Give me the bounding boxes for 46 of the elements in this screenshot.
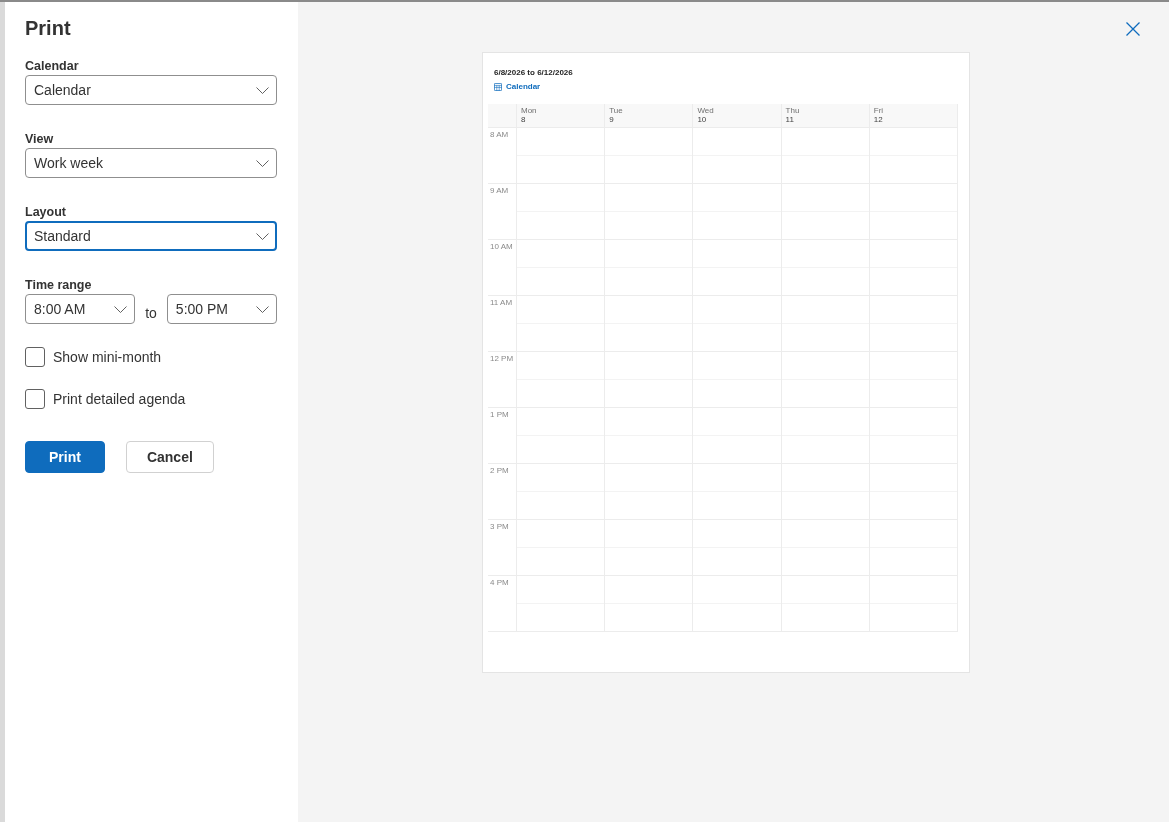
hour-label: 1 PM xyxy=(490,410,509,419)
chevron-down-icon xyxy=(256,305,269,313)
hour-label: 9 AM xyxy=(490,186,509,195)
chevron-down-icon xyxy=(256,232,269,240)
checkbox[interactable] xyxy=(25,389,45,409)
range-separator: to xyxy=(145,304,157,322)
day-number: 10 xyxy=(697,115,707,125)
dropdown[interactable]: Calendar xyxy=(25,75,277,105)
weekday-label: Tue xyxy=(609,106,623,115)
checkbox-label[interactable]: Show mini-month xyxy=(53,347,162,367)
field-label: View xyxy=(25,131,54,148)
field-label: Calendar xyxy=(25,58,79,75)
weekday-label: Mon xyxy=(521,106,537,115)
chevron-down-icon xyxy=(114,305,128,313)
hour-label: 12 PM xyxy=(490,354,514,363)
checkbox[interactable] xyxy=(25,347,45,367)
dropdown[interactable]: Standard xyxy=(25,221,277,251)
day-number: 9 xyxy=(609,115,614,125)
dropdown[interactable]: Work week xyxy=(25,148,277,178)
weekday-label: Wed xyxy=(697,106,714,115)
chevron-down-icon xyxy=(256,159,269,167)
hour-label: 11 AM xyxy=(490,298,513,307)
dialog-title: Print xyxy=(25,16,71,41)
chevron-down-icon xyxy=(256,86,269,94)
hour-label: 2 PM xyxy=(490,466,509,475)
day-number: 12 xyxy=(873,115,883,125)
hour-label: 3 PM xyxy=(490,522,509,531)
print-button[interactable]: Print xyxy=(25,441,105,473)
weekday-label: Thu xyxy=(785,106,800,115)
calendar-icon xyxy=(494,83,502,91)
hour-label: 4 PM xyxy=(490,578,509,587)
date-range: 6/8/2026 to 6/12/2026 xyxy=(494,68,573,78)
field-label: Layout xyxy=(25,204,66,221)
close-icon xyxy=(1126,22,1140,36)
dropdown[interactable]: 5:00 PM xyxy=(166,294,277,324)
field-label: Time range xyxy=(25,277,92,294)
dropdown[interactable]: 8:00 AM xyxy=(25,294,136,324)
day-number: 11 xyxy=(785,115,794,125)
checkbox-label[interactable]: Print detailed agenda xyxy=(53,389,186,409)
weekday-label: Fri xyxy=(873,106,884,115)
hour-label: 8 AM xyxy=(490,130,509,139)
close-button[interactable] xyxy=(1125,21,1141,37)
cancel-button[interactable]: Cancel xyxy=(125,441,214,473)
day-number: 8 xyxy=(521,115,526,125)
hour-label: 10 AM xyxy=(490,242,513,251)
calendar-name: Calendar xyxy=(506,82,541,92)
